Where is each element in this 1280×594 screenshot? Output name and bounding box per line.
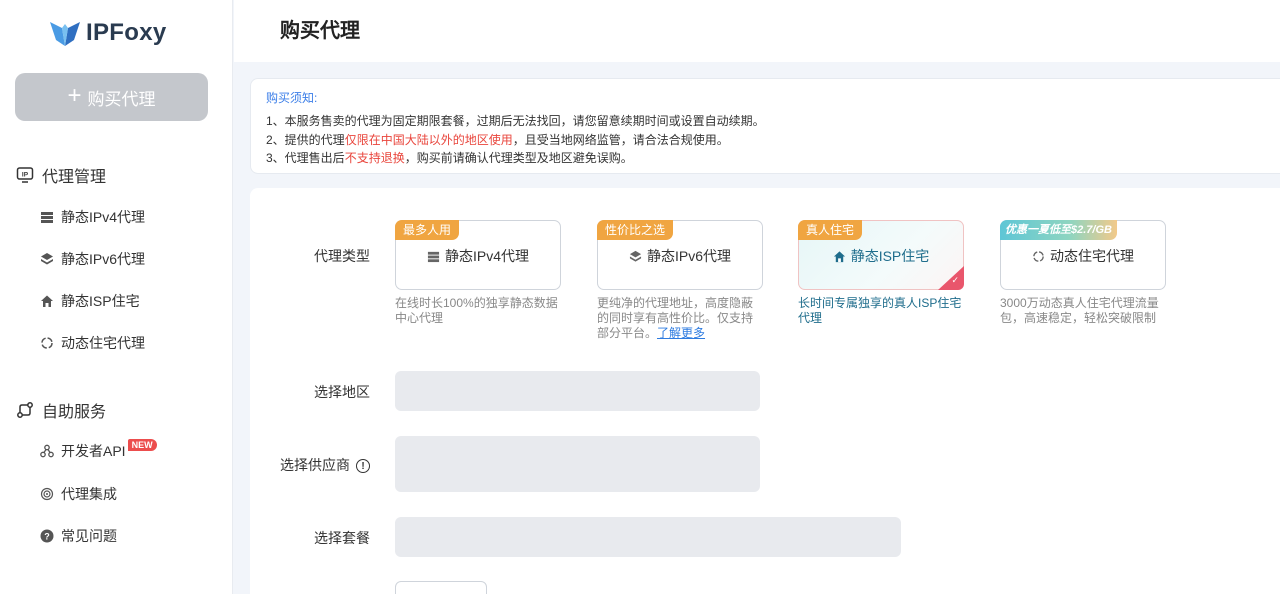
logo-text: IPFoxy	[86, 19, 167, 46]
notice-line-3: 3、代理售出后不支持退换，购买前请确认代理类型及地区避免误购。	[266, 151, 633, 165]
group-proxy-management[interactable]: IP 代理管理	[16, 163, 106, 187]
group-title: 自助服务	[42, 404, 107, 421]
check-icon: ✓	[951, 275, 959, 285]
type-desc: 3000万动态真人住宅代理流量包，高速稳定，轻松突破限制	[1000, 296, 1159, 325]
sidebar: IPFoxy + 购买代理 IP 代理管理 静态IPv4代理 静态IPv6代理 …	[0, 0, 233, 594]
buy-proxy-label: 购买代理	[87, 89, 156, 109]
type-tag: 性价比之选	[597, 220, 674, 240]
layers-icon	[629, 250, 642, 262]
question-icon: ?	[40, 529, 54, 543]
group-self-service[interactable]: 自助服务	[16, 398, 106, 422]
server-stack-icon	[427, 251, 440, 262]
ip-monitor-icon: IP	[16, 167, 34, 183]
info-icon[interactable]: !	[356, 459, 370, 474]
page-title: 购买代理	[280, 20, 360, 42]
house-icon	[41, 295, 53, 307]
type-desc: 在线时长100%的独享静态数据中心代理	[395, 296, 558, 325]
proxy-type-label: 代理类型	[314, 248, 370, 264]
fox-logo-icon	[48, 18, 82, 48]
plan-label: 选择套餐	[314, 530, 370, 546]
region-label: 选择地区	[314, 384, 370, 400]
type-name: 动态住宅代理	[1001, 246, 1165, 266]
group-title: 代理管理	[42, 169, 107, 186]
refresh-cycle-icon	[1033, 250, 1044, 262]
sidebar-item-label: 代理集成	[61, 486, 117, 502]
svg-text:IP: IP	[22, 172, 29, 179]
svg-text:?: ?	[44, 532, 50, 542]
notice-line-1: 1、本服务售卖的代理为固定期限套餐，过期后无法找回，请您留意续期时间或设置自动续…	[266, 114, 765, 128]
sidebar-item-faq[interactable]: ? 常见问题	[40, 526, 117, 546]
refresh-cycle-icon	[41, 337, 53, 349]
sidebar-item-static-isp[interactable]: 静态ISP住宅	[40, 291, 140, 311]
buy-proxy-button[interactable]: + 购买代理	[15, 73, 208, 121]
notice-title: 购买须知:	[266, 91, 318, 105]
layers-icon	[41, 253, 53, 265]
region-select[interactable]	[395, 371, 760, 411]
sidebar-item-dynamic-residential[interactable]: 动态住宅代理	[40, 333, 145, 353]
plus-icon: +	[67, 82, 82, 109]
notice-warning-text: 仅限在中国大陆以外的地区使用	[344, 132, 513, 147]
api-nodes-icon	[40, 444, 54, 458]
quantity-stepper[interactable]	[395, 581, 487, 594]
server-stack-icon	[41, 212, 53, 223]
sidebar-item-label: 动态住宅代理	[61, 335, 145, 351]
page-header: 购买代理	[234, 0, 1280, 62]
type-desc: 更纯净的代理地址，高度隐蔽的同时享有高性价比。仅支持部分平台。了解更多	[597, 296, 754, 340]
flow-icon	[17, 402, 33, 418]
type-card-dynamic-residential[interactable]: 优惠一夏低至$2.7/GB 动态住宅代理	[1000, 220, 1166, 290]
purchase-notice: 购买须知: 1、本服务售卖的代理为固定期限套餐，过期后无法找回，请您留意续期时间…	[250, 78, 1280, 174]
sidebar-item-label: 静态IPv6代理	[61, 251, 146, 267]
logo[interactable]: IPFoxy	[48, 16, 167, 50]
type-tag: 最多人用	[395, 220, 460, 240]
sidebar-item-label: 静态ISP住宅	[61, 293, 140, 309]
learn-more-link[interactable]: 了解更多	[657, 326, 705, 340]
new-badge: NEW	[127, 439, 157, 451]
plan-select[interactable]	[395, 517, 901, 557]
type-card-static-isp[interactable]: 真人住宅 静态ISP住宅 ✓	[798, 220, 964, 290]
type-desc: 长时间专属独享的真人ISP住宅代理	[798, 296, 962, 325]
type-name: 静态ISP住宅	[799, 246, 963, 266]
notice-warning-text: 不支持退换	[344, 151, 405, 165]
type-tag: 真人住宅	[798, 220, 863, 240]
sidebar-item-label: 静态IPv4代理	[61, 209, 146, 225]
type-name: 静态IPv6代理	[598, 246, 762, 266]
provider-select[interactable]	[395, 436, 760, 492]
notice-line-2: 2、提供的代理仅限在中国大陆以外的地区使用，且受当地网络监管，请合法合规使用。	[266, 132, 729, 147]
type-card-static-ipv4[interactable]: 最多人用 静态IPv4代理	[395, 220, 561, 290]
house-icon	[833, 250, 845, 262]
provider-label: 选择供应商!	[250, 455, 370, 475]
integration-icon	[40, 487, 54, 501]
purchase-form: 代理类型 最多人用 静态IPv4代理 在线时长100%的独享静态数据中心代理 性…	[250, 188, 1280, 594]
sidebar-item-proxy-integration[interactable]: 代理集成	[40, 484, 117, 504]
sidebar-item-static-ipv4[interactable]: 静态IPv4代理	[40, 207, 145, 227]
type-tag: 优惠一夏低至$2.7/GB	[1000, 220, 1117, 240]
type-name: 静态IPv4代理	[396, 246, 560, 266]
sidebar-item-static-ipv6[interactable]: 静态IPv6代理	[40, 249, 145, 269]
sidebar-item-label: 常见问题	[61, 528, 117, 544]
sidebar-item-label: 开发者API	[61, 443, 126, 459]
sidebar-item-developer-api[interactable]: 开发者API NEW	[40, 439, 157, 461]
type-card-static-ipv6[interactable]: 性价比之选 静态IPv6代理	[597, 220, 763, 290]
